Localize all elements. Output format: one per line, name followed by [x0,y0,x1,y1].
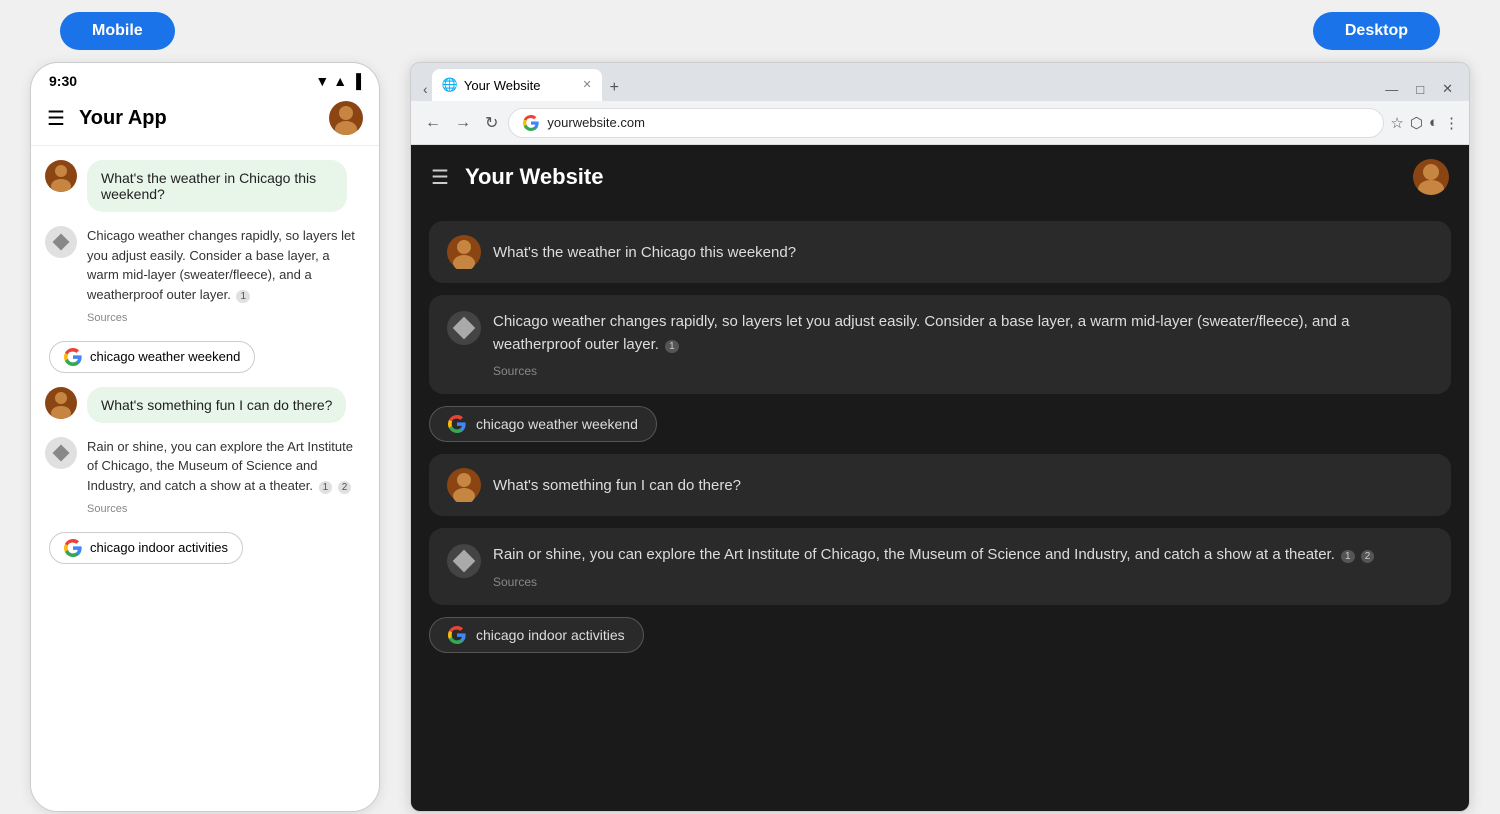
bot-message: Chicago weather changes rapidly, so laye… [493,313,1350,353]
list-item: What's something fun I can do there? [429,454,1451,516]
avatar [329,101,363,135]
url-display: yourwebsite.com [547,115,645,130]
bot-avatar [447,544,481,578]
user-message: What's the weather in Chicago this weeke… [87,160,347,212]
new-tab-button[interactable]: + [602,75,627,101]
bot-message: Rain or shine, you can explore the Art I… [493,546,1374,563]
user-message: What's the weather in Chicago this weeke… [493,244,796,261]
browser-tabs-row: ‹ 🌐 Your Website ✕ + — □ ✕ [411,63,1469,101]
bot-content: Rain or shine, you can explore the Art I… [493,544,1433,589]
mobile-chat: What's the weather in Chicago this weeke… [31,146,379,811]
refresh-button[interactable]: ↻ [481,109,502,137]
user-message: What's something fun I can do there? [493,477,741,494]
forward-nav-button[interactable]: → [451,110,475,136]
web-header: ☰ Your Website [411,145,1469,209]
google-icon-2 [448,626,466,644]
user-avatar [45,160,77,192]
source-ref-1: 1 [1341,550,1355,563]
profiles-button[interactable]: ◐ [1429,114,1438,131]
search-chip[interactable]: chicago indoor activities [49,532,243,564]
bot-message: Rain or shine, you can explore the Art I… [87,437,357,518]
browser-content: ☰ Your Website [411,145,1469,811]
back-nav-button[interactable]: ← [421,110,445,136]
sources-label: Sources [87,310,357,327]
list-item: Chicago weather changes rapidly, so laye… [429,295,1451,394]
search-query-2: chicago indoor activities [90,540,228,555]
browser-toolbar: ← → ↻ yourwebsite.com ☆ ⬡ ◐ ⋮ [411,101,1469,145]
mobile-app-title: Your App [79,107,329,130]
signal-icon: ▲ [333,73,347,89]
mobile-mockup: 9:30 ▼ ▲ ▐ ☰ Your App [30,62,380,812]
list-item: What's something fun I can do there? [45,387,365,423]
bot-content: Chicago weather changes rapidly, so laye… [493,311,1433,378]
mobile-status-bar: 9:30 ▼ ▲ ▐ [31,63,379,93]
web-title: Your Website [465,164,604,190]
status-icons: ▼ ▲ ▐ [315,73,361,89]
source-ref-2: 2 [338,481,352,494]
toolbar-icons: ☆ ⬡ ◐ ⋮ [1390,114,1459,132]
tab-favicon: 🌐 [442,77,458,93]
mobile-button[interactable]: Mobile [60,12,175,50]
list-item: Chicago weather changes rapidly, so laye… [45,226,365,327]
hamburger-icon[interactable]: ☰ [47,106,65,131]
maximize-button[interactable]: □ [1408,77,1432,101]
desktop-mockup: ‹ 🌐 Your Website ✕ + — □ ✕ ← → ↻ [410,62,1470,812]
desktop-button[interactable]: Desktop [1313,12,1440,50]
search-chip[interactable]: chicago weather weekend [429,406,657,442]
mobile-header: ☰ Your App [31,93,379,146]
search-chip-2[interactable]: chicago indoor activities [429,617,644,653]
list-item: Rain or shine, you can explore the Art I… [45,437,365,518]
menu-button[interactable]: ⋮ [1444,114,1459,132]
source-ref-1: 1 [319,481,333,494]
google-icon [448,415,466,433]
status-time: 9:30 [49,73,77,89]
search-query: chicago weather weekend [476,416,638,432]
close-button[interactable]: ✕ [1434,77,1461,101]
list-item: What's the weather in Chicago this weeke… [45,160,365,212]
user-avatar [45,387,77,419]
address-bar[interactable]: yourwebsite.com [508,108,1384,138]
list-item: Rain or shine, you can explore the Art I… [429,528,1451,605]
search-query-2: chicago indoor activities [476,627,625,643]
back-button[interactable]: ‹ [419,77,432,101]
bot-avatar [45,437,77,469]
bot-avatar [45,226,77,258]
bookmark-button[interactable]: ☆ [1390,114,1403,132]
sources-label: Sources [493,364,1433,378]
minimize-button[interactable]: — [1377,77,1406,101]
user-avatar [447,235,481,269]
list-item: What's the weather in Chicago this weeke… [429,221,1451,283]
wifi-icon: ▼ [315,73,329,89]
tab-title: Your Website [464,78,541,93]
source-ref: 1 [236,290,250,303]
browser-tab[interactable]: 🌐 Your Website ✕ [432,69,602,101]
google-favicon [523,115,539,131]
source-ref-2: 2 [1361,550,1375,563]
battery-icon: ▐ [351,73,361,89]
extensions-button[interactable]: ⬡ [1410,114,1423,132]
bot-message: Chicago weather changes rapidly, so laye… [87,226,357,327]
bot-avatar [447,311,481,345]
sources-label: Sources [87,501,357,518]
source-ref: 1 [665,340,679,353]
search-chip[interactable]: chicago weather weekend [49,341,255,373]
web-hamburger-icon[interactable]: ☰ [431,165,449,190]
web-chat: What's the weather in Chicago this weeke… [411,209,1469,665]
tab-close-button[interactable]: ✕ [582,80,591,91]
user-message: What's something fun I can do there? [87,387,346,423]
search-query: chicago weather weekend [90,349,240,364]
sources-label: Sources [493,575,1433,589]
window-controls: — □ ✕ [1377,77,1461,101]
user-avatar [447,468,481,502]
web-avatar [1413,159,1449,195]
